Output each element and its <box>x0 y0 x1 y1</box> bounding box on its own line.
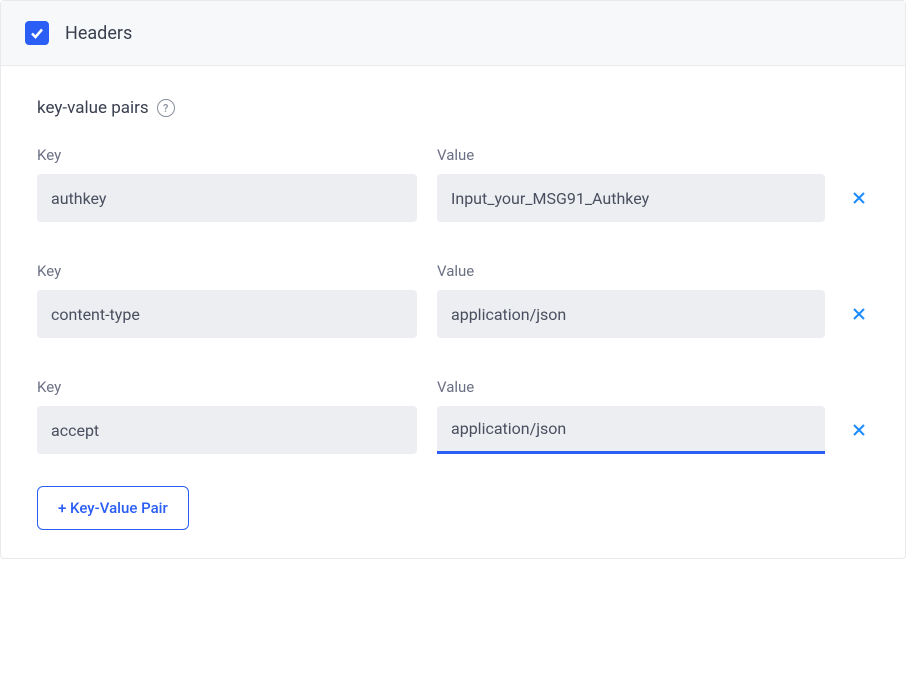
kvp-section-label: key-value pairs <box>37 98 149 118</box>
check-icon <box>29 25 45 41</box>
key-field: Key <box>37 146 417 222</box>
kvp-section-label-row: key-value pairs ? <box>37 98 869 118</box>
add-kv-pair-button[interactable]: + Key-Value Pair <box>37 486 189 530</box>
key-input[interactable] <box>37 290 417 338</box>
panel-title: Headers <box>65 23 132 44</box>
key-label: Key <box>37 146 417 164</box>
key-field: Key <box>37 262 417 338</box>
kv-row: Key Value <box>37 262 869 338</box>
remove-row-button[interactable] <box>845 174 873 222</box>
remove-row-button[interactable] <box>845 290 873 338</box>
kv-row: Key Value <box>37 378 869 454</box>
key-field: Key <box>37 378 417 454</box>
panel-body: key-value pairs ? Key Value Key <box>1 66 905 558</box>
remove-row-button[interactable] <box>845 406 873 454</box>
headers-enabled-checkbox[interactable] <box>25 21 49 45</box>
value-input[interactable] <box>437 406 825 454</box>
headers-panel: Headers key-value pairs ? Key Value <box>0 0 906 559</box>
key-label: Key <box>37 262 417 280</box>
key-input[interactable] <box>37 174 417 222</box>
value-input[interactable] <box>437 174 825 222</box>
key-label: Key <box>37 378 417 396</box>
panel-header: Headers <box>1 1 905 66</box>
kv-row: Key Value <box>37 146 869 222</box>
close-icon <box>851 306 867 322</box>
value-field: Value <box>437 146 825 222</box>
value-label: Value <box>437 146 825 164</box>
close-icon <box>851 422 867 438</box>
value-label: Value <box>437 378 825 396</box>
value-field: Value <box>437 378 825 454</box>
key-input[interactable] <box>37 406 417 454</box>
value-input[interactable] <box>437 290 825 338</box>
close-icon <box>851 190 867 206</box>
value-field: Value <box>437 262 825 338</box>
help-icon[interactable]: ? <box>157 99 175 117</box>
value-label: Value <box>437 262 825 280</box>
